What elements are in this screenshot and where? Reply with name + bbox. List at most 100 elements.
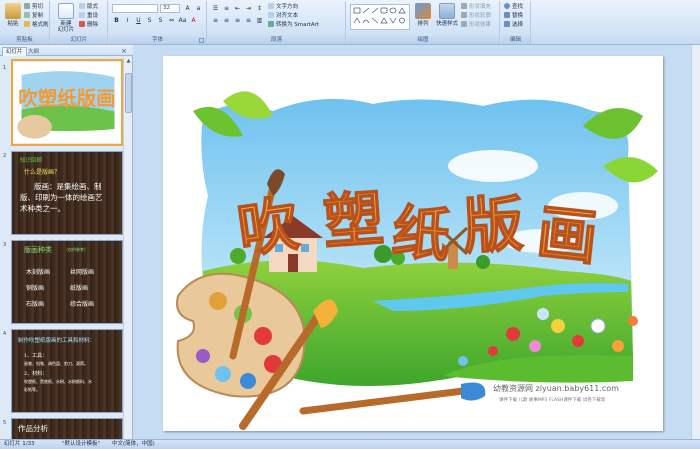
select-icon <box>504 21 510 27</box>
find-button[interactable]: 查找 <box>504 3 523 11</box>
slides-label: 幻灯片 <box>51 36 107 44</box>
slide-number: 3 <box>3 242 7 248</box>
align-right-icon[interactable]: ≡ <box>233 16 242 25</box>
numbering-icon[interactable]: ≡ <box>222 4 231 13</box>
quick-styles-button[interactable]: 快速样式 <box>435 3 459 27</box>
clipboard-group: 粘贴 剪切 复制 格式刷 剪贴板 <box>0 1 50 44</box>
shape-effects-button[interactable]: 形状效果 <box>461 21 491 29</box>
text-direction-icon <box>268 3 274 9</box>
scissors-icon <box>24 3 30 9</box>
editing-group: 查找 替换 选择 编辑 <box>501 1 531 44</box>
theme-name: "默认设计模板" <box>62 441 101 447</box>
slide-number: 1 <box>3 65 7 71</box>
close-icon[interactable]: × <box>121 47 127 55</box>
bold-icon[interactable]: B <box>112 16 121 25</box>
font-label: 字体 <box>109 36 206 44</box>
slides-group: 新建 幻灯片 版式 重设 删除 幻灯片 <box>51 1 108 44</box>
arrange-icon <box>415 3 431 19</box>
align-text-icon <box>268 12 274 18</box>
slides-panel: 幻灯片 大纲 × 1 吹塑纸版画 2 知识回顾 什么是版画？ 版画：是集绘画、制… <box>0 45 133 439</box>
effects-icon <box>461 21 467 27</box>
delete-slide-button[interactable]: 删除 <box>79 21 98 29</box>
slide-thumbnail-4[interactable]: 制作吹塑纸版画的工具和材料： 1、工具： 画笔、铅笔、调色盘、剪刀、滚筒。 2、… <box>11 329 123 413</box>
change-case-icon[interactable]: Aa <box>178 16 187 25</box>
paragraph-label: 段落 <box>208 36 345 44</box>
drawing-group: 排列 快速样式 形状填充 形状轮廓 形状效果 绘图 <box>347 1 500 44</box>
delete-icon <box>79 21 85 27</box>
scroll-thumb[interactable] <box>125 73 132 113</box>
align-left-icon[interactable]: ≡ <box>211 16 220 25</box>
bullets-icon[interactable]: ☰ <box>211 4 220 13</box>
font-name-box[interactable] <box>112 4 158 13</box>
layout-icon <box>79 3 85 9</box>
quick-styles-icon <box>439 3 455 19</box>
line-spacing-icon[interactable]: ↕ <box>255 4 264 13</box>
replace-button[interactable]: 替换 <box>504 12 523 20</box>
find-icon <box>504 3 510 9</box>
slide-thumbnail-2[interactable]: 知识回顾 什么是版画？ 版画：是集绘画、制 版、印刷为一体的绘画艺 术种类之一。 <box>11 151 123 235</box>
text-direction-button[interactable]: 文字方向 <box>268 3 298 11</box>
slide-number: 2 <box>3 153 7 159</box>
title-char: 版 <box>461 189 525 262</box>
watermark-text: 幼教资源网 ziyuan.baby611.com <box>493 383 619 393</box>
layout-button[interactable]: 版式 <box>79 3 98 11</box>
shapes-gallery[interactable] <box>350 4 410 30</box>
align-center-icon[interactable]: ≡ <box>222 16 231 25</box>
decrease-indent-icon[interactable]: ⇤ <box>233 4 242 13</box>
copy-button[interactable]: 复制 <box>24 12 43 20</box>
select-button[interactable]: 选择 <box>504 21 523 29</box>
columns-icon[interactable]: ▥ <box>255 16 264 25</box>
slide-thumbnail-5[interactable]: 作品分析 <box>11 418 123 439</box>
new-slide-button[interactable]: 新建 幻灯片 <box>54 3 78 33</box>
watermark-subtext: 课件下载 儿歌 故事MP3 FLASH课件下载 试卷下载等 <box>499 396 606 403</box>
strikethrough-icon[interactable]: S <box>145 16 154 25</box>
paste-button[interactable]: 粘贴 <box>2 3 24 27</box>
panel-tabs: 幻灯片 大纲 × <box>0 45 133 56</box>
slide-thumbnail-1[interactable]: 吹塑纸版画 <box>11 59 123 146</box>
svg-text:吹塑纸版画: 吹塑纸版画 <box>18 87 115 110</box>
shape-fill-button[interactable]: 形状填充 <box>461 3 491 11</box>
shrink-font-icon[interactable]: a <box>194 4 203 13</box>
slide-thumbnail-3[interactable]: 版画种类 （仅供参考） 木刻版画 丝网版画 铜版画 纸版画 石版画 综合版画 <box>11 240 123 324</box>
slide-editor: 吹 塑 纸 版 画 幼教资源网 ziyuan.baby611.com 课件下载 … <box>134 45 700 439</box>
slide-number: 5 <box>3 420 7 426</box>
cut-button[interactable]: 剪切 <box>24 3 43 11</box>
ribbon: 粘贴 剪切 复制 格式刷 剪贴板 新建 幻灯片 版式 重设 删除 幻灯片 32 A… <box>0 0 700 45</box>
title-char: 吹 <box>234 189 303 267</box>
shadow-icon[interactable]: S <box>156 16 165 25</box>
arrange-button[interactable]: 排列 <box>413 3 433 27</box>
panel-scrollbar[interactable]: ▲ <box>123 57 132 439</box>
slide-1-preview: 吹塑纸版画 <box>13 62 121 143</box>
replace-icon <box>504 12 510 18</box>
brush-icon <box>24 21 30 27</box>
shape-outline-button[interactable]: 形状轮廓 <box>461 12 491 20</box>
editing-label: 编辑 <box>501 36 530 44</box>
char-spacing-icon[interactable]: ⇔ <box>167 16 176 25</box>
status-bar: 幻灯片 1/33 "默认设计模板" 中文(简体，中国) <box>0 439 700 449</box>
clipboard-label: 剪贴板 <box>0 36 49 44</box>
increase-indent-icon[interactable]: ⇥ <box>244 4 253 13</box>
slide-number: 4 <box>3 331 7 337</box>
smartart-icon <box>268 21 274 27</box>
scroll-up-icon[interactable]: ▲ <box>125 58 132 65</box>
tab-outline[interactable]: 大纲 <box>24 47 43 56</box>
title-char: 画 <box>534 198 601 274</box>
justify-icon[interactable]: ≡ <box>244 16 253 25</box>
grow-font-icon[interactable]: A <box>183 4 192 13</box>
fill-icon <box>461 3 467 9</box>
underline-icon[interactable]: U <box>134 16 143 25</box>
smartart-button[interactable]: 转换为 SmartArt <box>268 21 319 29</box>
shapes-icon <box>353 7 406 24</box>
reset-button[interactable]: 重设 <box>79 12 98 20</box>
tab-slides[interactable]: 幻灯片 <box>2 47 27 56</box>
title-char: 塑 <box>321 184 386 258</box>
slide-canvas[interactable]: 吹 塑 纸 版 画 幼教资源网 ziyuan.baby611.com 课件下载 … <box>163 56 663 431</box>
drawing-label: 绘图 <box>347 36 499 44</box>
format-painter-button[interactable]: 格式刷 <box>24 21 49 29</box>
font-color-icon[interactable]: A <box>189 16 198 25</box>
align-text-button[interactable]: 对齐文本 <box>268 12 298 20</box>
reset-icon <box>79 12 85 18</box>
italic-icon[interactable]: I <box>123 16 132 25</box>
editor-scrollbar[interactable] <box>691 45 700 439</box>
font-size-box[interactable]: 32 <box>160 4 180 13</box>
